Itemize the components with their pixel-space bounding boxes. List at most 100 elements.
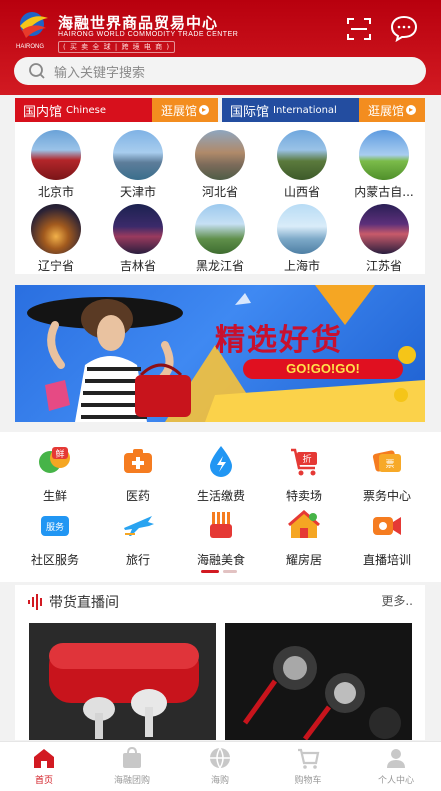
search-input[interactable]: 输入关键字搜索 [14, 57, 426, 85]
region-label: 北京市 [37, 185, 74, 199]
international-pavilion-name-en: International [273, 104, 337, 116]
tab-global-shop[interactable]: 海购 [176, 746, 264, 786]
region-label: 辽宁省 [37, 259, 74, 273]
live-more-link[interactable]: 更多.. [381, 592, 413, 609]
service-item-flash-sale[interactable]: 折 特卖场 [260, 444, 348, 504]
international-pavilion-title: 国际馆 International [222, 98, 359, 122]
region-item-jiangsu[interactable]: 江苏省 [343, 204, 425, 274]
region-grid: 北京市 天津市 河北省 山西省 内蒙古自... 辽宁省 吉林省 黑龙江省 上海市… [15, 122, 425, 274]
international-visit-button[interactable]: 逛展馆 ▸ [359, 98, 425, 122]
international-visit-label: 逛展馆 [367, 103, 404, 118]
service-label: 特卖场 [285, 489, 322, 503]
liaoning-night-photo [31, 204, 81, 254]
audio-wave-icon [28, 594, 42, 610]
earbuds-case-image [29, 623, 216, 740]
brand-name: 海融世界商品贸易中心 [58, 14, 219, 32]
service-item-travel[interactable]: 旅行 [94, 508, 182, 568]
ticket-icon: 票 [372, 450, 401, 472]
service-badge-text: 票 [385, 459, 394, 470]
pagoda-photo [195, 204, 245, 254]
tab-label: 个人中心 [377, 776, 414, 786]
region-item-shanghai[interactable]: 上海市 [261, 204, 343, 274]
tab-label: 首页 [34, 776, 53, 786]
domestic-visit-button[interactable]: 逛展馆 ▸ [152, 98, 218, 122]
service-label: 生活缴费 [196, 489, 245, 503]
domestic-pavilion-title: 国内馆 Chinese [15, 98, 152, 122]
arrow-right-icon: ▸ [199, 105, 209, 115]
tab-home[interactable]: 首页 [0, 746, 88, 786]
group-buy-icon [123, 746, 141, 768]
medicine-icon [124, 449, 152, 473]
fresh-food-icon: 鲜 [39, 447, 70, 473]
region-label: 河北省 [201, 185, 238, 199]
service-item-food[interactable]: 海融美食 [177, 508, 265, 568]
region-item-heilongjiang[interactable]: 黑龙江省 [179, 204, 261, 274]
service-label: 票务中心 [362, 489, 411, 503]
service-item-housing[interactable]: 耀房居 [260, 508, 348, 568]
tab-label: 购物车 [294, 776, 322, 786]
home-icon [34, 749, 54, 768]
message-icon[interactable] [389, 14, 419, 42]
tiananmen-photo [31, 130, 81, 180]
hebei-city-photo [195, 130, 245, 180]
banner-subtitle: GO!GO!GO! [243, 359, 403, 379]
tab-label: 海融团购 [113, 776, 150, 786]
shanghai-tower-photo [277, 204, 327, 254]
service-item-live-training[interactable]: 直播培训 [343, 508, 431, 568]
live-section-title: 带货直播间 [49, 595, 119, 611]
region-item-inner-mongolia[interactable]: 内蒙古自... [343, 130, 425, 200]
community-service-icon: 服务 [41, 516, 69, 536]
domestic-pavilion-name-en: Chinese [66, 104, 106, 116]
region-label: 山西省 [283, 185, 320, 199]
tab-profile[interactable]: 个人中心 [352, 746, 440, 786]
tab-label: 海购 [210, 776, 229, 786]
page-indicator-inactive [223, 570, 237, 573]
hairong-logo-icon: HAIRONG [16, 12, 48, 50]
region-item-jilin[interactable]: 吉林省 [97, 204, 179, 274]
service-label: 社区服务 [30, 553, 79, 567]
live-section-header: 带货直播间 更多.. [15, 585, 425, 617]
region-item-shanxi[interactable]: 山西省 [261, 130, 343, 200]
region-label: 天津市 [119, 185, 156, 199]
region-label: 内蒙古自... [354, 185, 414, 199]
region-item-hebei[interactable]: 河北省 [179, 130, 261, 200]
arrow-right-icon: ▸ [406, 105, 416, 115]
service-item-medicine[interactable]: 医药 [94, 444, 182, 504]
page-indicator [201, 570, 241, 573]
utility-payment-icon [210, 446, 232, 477]
service-label: 直播培训 [362, 553, 411, 567]
page-indicator-active [201, 570, 219, 573]
service-item-fresh[interactable]: 鲜 生鲜 [11, 444, 99, 504]
brand-slogan: ( 买 卖 全 球 | 跨 境 电 商 ) [58, 41, 176, 53]
region-item-liaoning[interactable]: 辽宁省 [15, 204, 97, 274]
app-header: HAIRONG 海融世界商品贸易中心 HAIRONG WORLD COMMODI… [0, 0, 441, 95]
scan-icon[interactable] [346, 17, 372, 41]
food-icon [210, 512, 232, 538]
live-thumbnail-earphones[interactable] [225, 623, 412, 740]
jiangsu-night-photo [359, 204, 409, 254]
airplane-icon [124, 516, 154, 536]
service-label: 医药 [125, 489, 150, 503]
shanxi-temple-photo [277, 130, 327, 180]
service-label: 耀房居 [285, 553, 322, 567]
service-item-utilities[interactable]: 生活缴费 [177, 444, 265, 504]
service-grid: 鲜 生鲜 医药 生活缴费 折 特卖场 票 票务中心 服务 社区服务 旅行 海融美… [0, 432, 441, 582]
region-label: 黑龙江省 [195, 259, 244, 273]
live-thumbnail-earbuds-case[interactable] [29, 623, 216, 740]
tab-cart[interactable]: 购物车 [264, 746, 352, 786]
service-label: 旅行 [125, 553, 150, 567]
region-label: 上海市 [283, 259, 320, 273]
service-item-community[interactable]: 服务 社区服务 [11, 508, 99, 568]
search-icon [29, 63, 45, 79]
region-item-tianjin[interactable]: 天津市 [97, 130, 179, 200]
house-icon [288, 510, 320, 538]
region-item-beijing[interactable]: 北京市 [15, 130, 97, 200]
service-item-tickets[interactable]: 票 票务中心 [343, 444, 431, 504]
tab-group-buy[interactable]: 海融团购 [88, 746, 176, 786]
service-badge-text: 鲜 [55, 448, 64, 460]
live-training-icon [373, 517, 401, 535]
domestic-pavilion-name: 国内馆 [23, 104, 63, 120]
domestic-visit-label: 逛展馆 [160, 103, 197, 118]
service-badge-text: 折 [302, 453, 311, 465]
promo-banner[interactable]: 精选好货 GO!GO!GO! [15, 285, 425, 422]
